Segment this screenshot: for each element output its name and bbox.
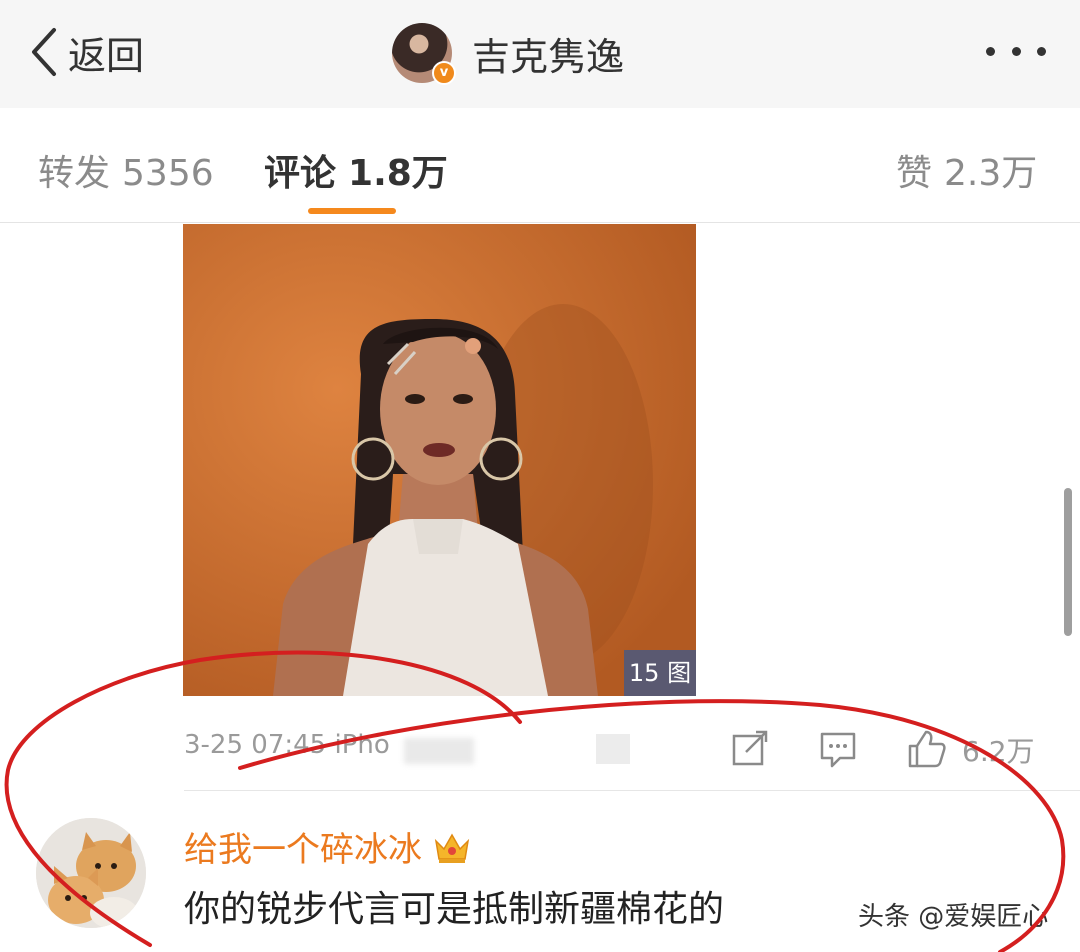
post-image[interactable]: 15 图 xyxy=(183,224,696,696)
active-tab-indicator xyxy=(308,208,396,214)
dot xyxy=(1037,46,1046,56)
commenter-avatar[interactable] xyxy=(36,818,146,928)
more-options-icon[interactable] xyxy=(986,36,1046,66)
back-button[interactable]: 返回 xyxy=(28,22,144,82)
dot xyxy=(986,46,995,56)
image-count-badge: 15 图 xyxy=(624,650,696,696)
cat-avatar-illustration xyxy=(36,818,146,928)
comment-text: 你的锐步代言可是抵制新疆棉花的 xyxy=(184,889,725,930)
comment-icon[interactable] xyxy=(816,726,860,770)
page-title: 吉克隽逸 xyxy=(472,34,625,79)
divider xyxy=(184,790,1080,791)
dot xyxy=(1011,46,1021,56)
like-icon[interactable] xyxy=(904,726,948,770)
verified-badge-icon: v xyxy=(432,61,456,85)
blurred-region xyxy=(404,738,474,764)
like-count: 6.2万 xyxy=(962,735,1035,768)
tab-bar: 转发 5356 评论 1.8万 赞 2.3万 xyxy=(0,108,1080,223)
scrollbar[interactable] xyxy=(1064,488,1072,636)
chevron-left-icon xyxy=(32,28,56,76)
tab-label: 评论 xyxy=(264,153,337,194)
tab-label: 转发 xyxy=(38,153,111,194)
back-label: 返回 xyxy=(68,33,145,78)
post-timestamp: 3-25 07:45 iPho xyxy=(184,730,390,760)
post-meta-row: 3-25 07:45 iPho 6.2万 xyxy=(0,710,1080,786)
tab-count: 5356 xyxy=(122,153,214,194)
tab-repost[interactable]: 转发 5356 xyxy=(38,144,214,196)
profile-header[interactable]: v 吉克隽逸 xyxy=(392,20,624,86)
tab-count: 2.3万 xyxy=(944,153,1038,194)
crown-icon xyxy=(434,832,470,863)
blurred-region xyxy=(596,734,630,764)
tab-comments[interactable]: 评论 1.8万 xyxy=(264,144,448,196)
watermark: 头条 @爱娱匠心 xyxy=(858,902,1049,932)
tab-count: 1.8万 xyxy=(348,153,448,194)
tab-label: 赞 xyxy=(896,153,933,194)
repost-icon[interactable] xyxy=(728,726,772,770)
commenter-username[interactable]: 给我一个碎冰冰 xyxy=(184,822,422,871)
tab-likes[interactable]: 赞 2.3万 xyxy=(896,144,1037,196)
portrait-illustration xyxy=(183,224,696,696)
top-nav-bar: 返回 v 吉克隽逸 xyxy=(0,0,1080,109)
comment-header: 给我一个碎冰冰 xyxy=(184,822,472,871)
avatar[interactable]: v xyxy=(392,23,456,85)
